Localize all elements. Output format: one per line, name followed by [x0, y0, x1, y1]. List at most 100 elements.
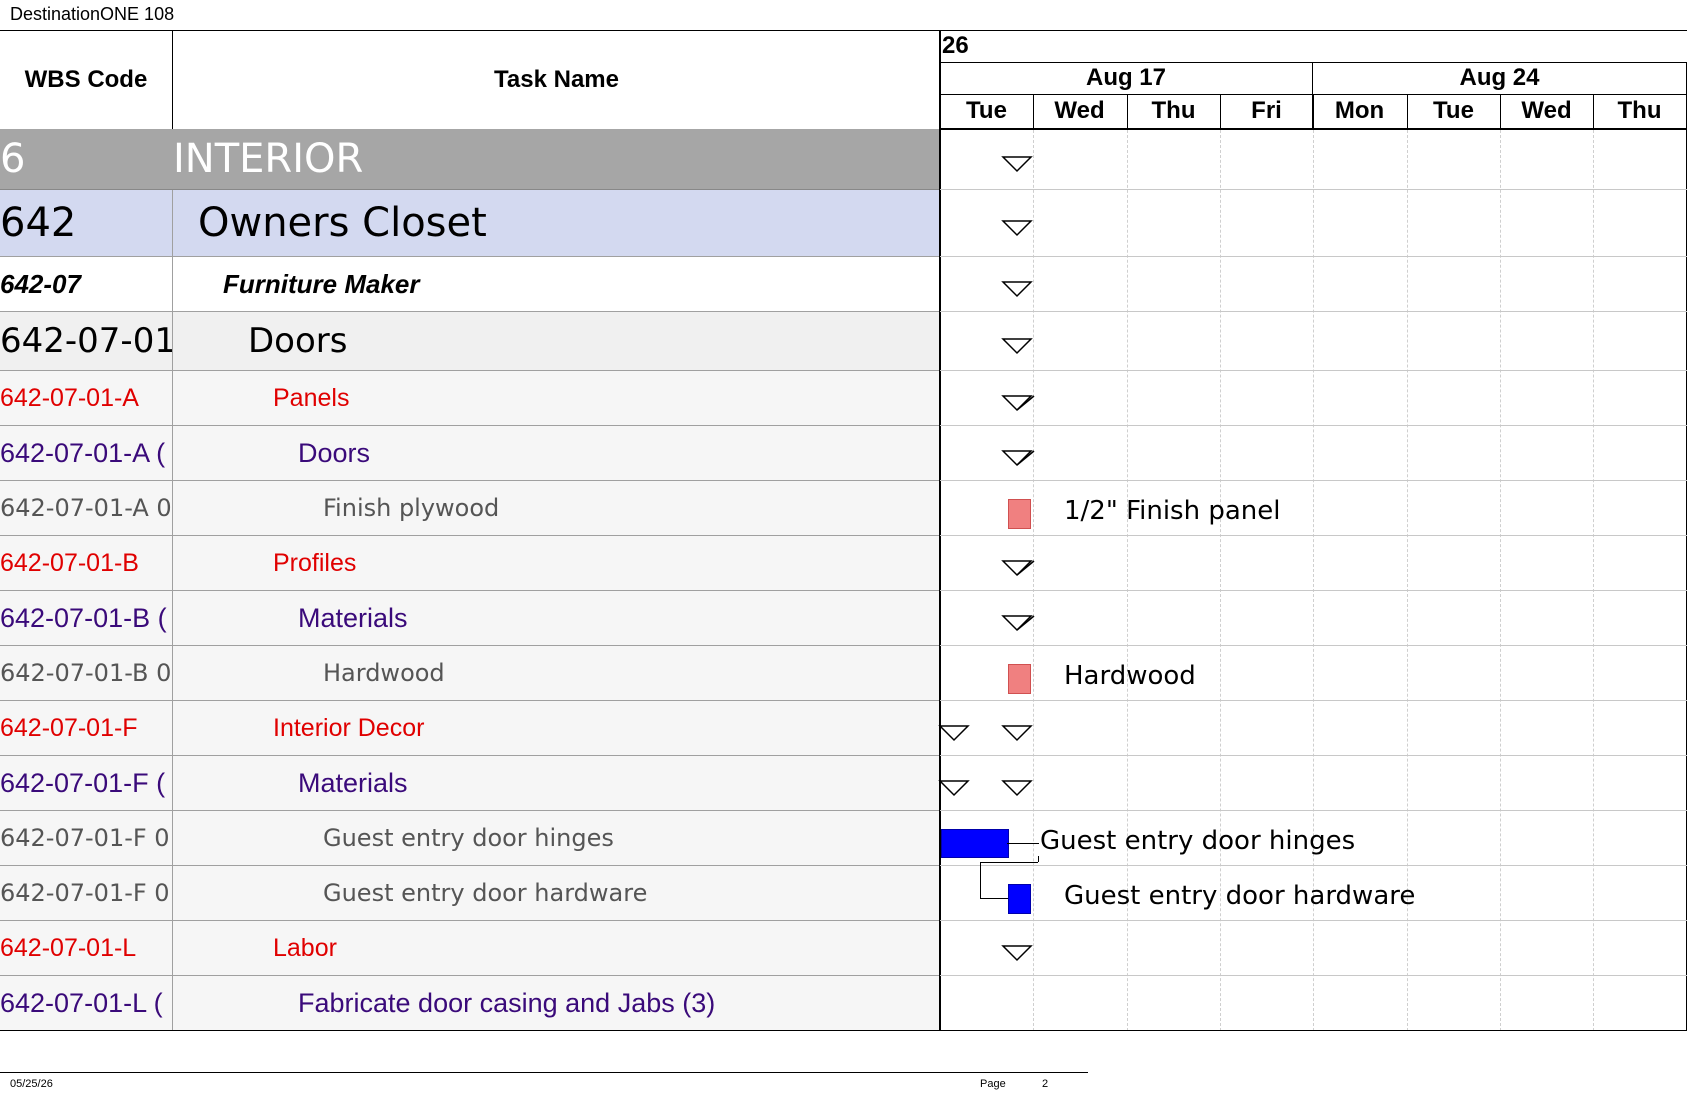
- wbs-code-cell: 642: [0, 200, 77, 246]
- day-label: Fri: [1251, 97, 1282, 124]
- gantt-row-line: [940, 700, 1687, 701]
- summary-milestone-icon[interactable]: [997, 723, 1037, 743]
- dependency-connector: [980, 898, 1008, 899]
- summary-milestone-icon[interactable]: [934, 723, 974, 743]
- day-divider: [1500, 94, 1501, 129]
- wbs-code-cell: 642-07-01-F 01: [0, 824, 172, 852]
- day-label: Wed: [1521, 97, 1572, 124]
- day-gridline: [1033, 130, 1034, 1031]
- day-divider: [1407, 94, 1408, 129]
- summary-milestone-icon[interactable]: [997, 778, 1037, 798]
- summary-milestone-icon[interactable]: [934, 778, 974, 798]
- gantt-row-line: [940, 755, 1687, 756]
- task-name-cell: Profiles: [273, 548, 357, 577]
- dependency-connector: [980, 862, 981, 898]
- day-gridline: [1593, 130, 1594, 1031]
- task-name-cell: Fabricate door casing and Jabs (3): [298, 987, 716, 1018]
- day-divider: [1313, 94, 1314, 129]
- table-header: WBS Code Task Name: [0, 30, 940, 130]
- table-row[interactable]: 642-07-01-F ( Materials: [0, 756, 940, 811]
- task-bar-finish-plywood[interactable]: [1008, 499, 1031, 529]
- day-label: Tue: [966, 97, 1007, 124]
- table-row[interactable]: 642-07-01-F Interior Decor: [0, 701, 940, 756]
- summary-milestone-icon[interactable]: [997, 154, 1037, 174]
- gantt-row-line: [940, 535, 1687, 536]
- summary-milestone-icon[interactable]: [997, 279, 1037, 299]
- task-name-cell: Panels: [273, 383, 350, 412]
- gantt-row-line: [940, 865, 1687, 866]
- footer-date: 05/25/26: [10, 1078, 53, 1090]
- task-name-header[interactable]: Task Name: [173, 31, 940, 129]
- bar-label-finish-panel: 1/2" Finish panel: [1064, 496, 1281, 526]
- document-title: DestinationONE 108: [10, 4, 175, 24]
- table-row[interactable]: 642-07-01-L ( Fabricate door casing and J…: [0, 976, 940, 1031]
- table-row[interactable]: 642 Owners Closet: [0, 190, 940, 257]
- gantt-chart: 26 Aug 17 Aug 24 Tue Wed Thu Fri Mon Tue Wed Thu 1…: [938, 30, 1687, 1031]
- wbs-code-header[interactable]: WBS Code: [0, 31, 172, 129]
- table-row[interactable]: 642-07-01-A ( Doors: [0, 426, 940, 481]
- table-row[interactable]: 642-07-01-F 01 Guest entry door hardware: [0, 866, 940, 921]
- wbs-code-cell: 642-07-01-A: [0, 383, 139, 412]
- gantt-bottom-line: [940, 1030, 1687, 1031]
- summary-milestone-icon[interactable]: [997, 393, 1037, 413]
- gantt-row-line: [940, 256, 1687, 257]
- gantt-row-line: [940, 590, 1687, 591]
- summary-milestone-icon[interactable]: [997, 613, 1037, 633]
- dependency-connector: [1038, 856, 1039, 862]
- day-divider: [1127, 94, 1128, 129]
- task-name-cell: Finish plywood: [323, 494, 500, 522]
- day-divider: [1593, 94, 1594, 129]
- footer-page-number: 2: [1042, 1078, 1049, 1090]
- dependency-connector: [980, 862, 1038, 863]
- week-label: Aug 24: [1459, 64, 1540, 91]
- day-divider: [1220, 94, 1221, 129]
- wbs-code-cell: 642-07-01: [0, 321, 172, 361]
- task-name-cell: Doors: [248, 321, 348, 361]
- day-label: Mon: [1334, 97, 1385, 124]
- bar-label-hardwood: Hardwood: [1064, 661, 1196, 691]
- day-gridline: [1500, 130, 1501, 1031]
- table-row[interactable]: 642-07-01-A 0 Finish plywood: [0, 481, 940, 536]
- summary-milestone-icon[interactable]: [997, 218, 1037, 238]
- table-row[interactable]: 6 INTERIOR: [0, 129, 940, 190]
- wbs-code-cell: 642-07-01-A (: [0, 437, 166, 468]
- bar-label-hardware: Guest entry door hardware: [1064, 881, 1416, 911]
- task-name-cell: Guest entry door hardware: [323, 879, 648, 907]
- task-name-cell: Materials: [298, 767, 408, 798]
- task-bar-hardwood[interactable]: [1008, 664, 1031, 694]
- gantt-row-line: [940, 480, 1687, 481]
- task-name-cell: Hardwood: [323, 659, 445, 687]
- task-name-cell: Guest entry door hinges: [323, 824, 614, 852]
- wbs-code-cell: 642-07-01-L (: [0, 987, 163, 1018]
- table-bottom-border: [0, 1030, 940, 1031]
- wbs-code-cell: 642-07-01-F (: [0, 767, 166, 798]
- summary-milestone-icon[interactable]: [997, 943, 1037, 963]
- bar-label-hinges: Guest entry door hinges: [1040, 826, 1356, 856]
- gantt-row-line: [940, 311, 1687, 312]
- gantt-row-line: [940, 645, 1687, 646]
- table-row[interactable]: 642-07-01-B 0 Hardwood: [0, 646, 940, 701]
- table-row[interactable]: 642-07-01-B (Materials: [0, 591, 940, 646]
- gantt-row-line: [940, 975, 1687, 976]
- table-row[interactable]: 642-07 Furniture Maker: [0, 257, 940, 312]
- table-row[interactable]: 642-07-01-L Labor: [0, 921, 940, 976]
- link-line: [1007, 843, 1039, 844]
- table-row[interactable]: 642-07-01-B Profiles: [0, 536, 940, 591]
- gantt-row-line: [940, 370, 1687, 371]
- table-row[interactable]: 642-07-01 Doors: [0, 312, 940, 371]
- week-label: Aug 17: [1085, 64, 1166, 91]
- gantt-row-line: [940, 189, 1687, 190]
- summary-milestone-icon[interactable]: [997, 558, 1037, 578]
- task-name-cell: Doors: [298, 437, 371, 468]
- task-name-cell: INTERIOR: [173, 136, 364, 182]
- day-divider: [1033, 94, 1034, 129]
- task-name-cell: Interior Decor: [273, 713, 425, 742]
- table-row[interactable]: 642-07-01-F 01 Guest entry door hinges: [0, 811, 940, 866]
- table-row[interactable]: 642-07-01-A Panels: [0, 371, 940, 426]
- task-bar-guest-entry-door-hinges[interactable]: [941, 829, 1009, 858]
- wbs-code-cell: 642-07-01-L: [0, 933, 137, 962]
- summary-milestone-icon[interactable]: [997, 336, 1037, 356]
- gantt-row-line: [940, 920, 1687, 921]
- summary-milestone-icon[interactable]: [997, 448, 1037, 468]
- task-bar-guest-entry-door-hardware[interactable]: [1008, 884, 1031, 914]
